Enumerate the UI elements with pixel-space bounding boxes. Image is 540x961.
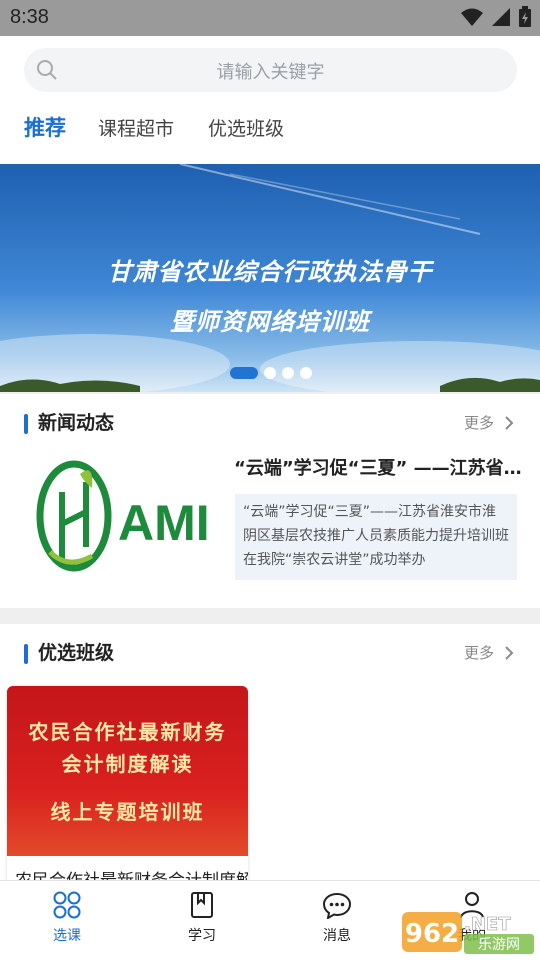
category-tabs: 推荐 课程超市 优选班级 (0, 108, 540, 148)
classes-more-link[interactable]: 更多 (464, 642, 514, 663)
nav-label: 选课 (53, 928, 81, 944)
chat-icon (322, 892, 352, 920)
status-bar: 8:38 (0, 0, 540, 36)
battery-icon (519, 6, 531, 27)
nav-item-messages[interactable]: 消息 (297, 891, 377, 945)
tab-recommend[interactable]: 推荐 (24, 112, 66, 142)
news-more-link[interactable]: 更多 (464, 412, 514, 433)
book-icon (191, 892, 213, 918)
carousel-indicator (230, 367, 312, 379)
grid-icon (53, 891, 81, 919)
carousel-dot[interactable] (300, 367, 312, 379)
status-icons (460, 6, 532, 28)
nav-label: 学习 (188, 928, 216, 944)
news-section: 新闻动态 更多 AMI “云端”学习促“三夏” ——江苏省淮安市淮阴区基层农技推… (0, 394, 540, 608)
site-watermark: 962 .NET 乐游网 (402, 912, 534, 954)
class-card[interactable]: 农民合作社最新财务 会计制度解读 线上专题培训班 农民合作社最新财务会计制度解读… (7, 686, 248, 886)
section-marker (24, 414, 28, 434)
nav-item-select-course[interactable]: 选课 (27, 891, 107, 945)
classes-more-label: 更多 (463, 644, 494, 662)
chevron-right-icon (505, 645, 514, 660)
carousel-dot[interactable] (282, 367, 294, 379)
logo-text: AMI (118, 495, 210, 551)
classes-section-header: 优选班级 更多 (0, 638, 540, 668)
banner-title-line2: 暨师资网络培训班 (170, 307, 370, 336)
news-thumbnail[interactable]: AMI (22, 452, 222, 582)
search-input[interactable]: 请输入关键字 (24, 48, 517, 92)
classes-section-title: 优选班级 (38, 642, 115, 664)
poster-line3: 线上专题培训班 (50, 800, 205, 824)
classes-section: 优选班级 更多 农民合作社最新财务 会计制度解读 线上专题培训班 农民合作社最新… (0, 624, 540, 886)
poster-line2: 会计制度解读 (61, 752, 194, 776)
tab-selected-classes[interactable]: 优选班级 (208, 114, 284, 141)
news-headline[interactable]: “云端”学习促“三夏” ——江苏省淮安市淮阴区基层农技推广人员素质能力提升培训班… (234, 454, 524, 480)
banner-title-line1: 甘肃省农业综合行政执法骨干 (107, 257, 433, 286)
carousel-dot[interactable] (230, 367, 258, 379)
carousel-dot[interactable] (264, 367, 276, 379)
news-section-title: 新闻动态 (38, 412, 115, 434)
watermark-caption: 乐游网 (478, 937, 520, 953)
ami-logo-icon: AMI (36, 460, 210, 572)
signal-icon (492, 8, 510, 26)
watermark-domain: .NET (464, 914, 511, 935)
tab-course-market[interactable]: 课程超市 (98, 114, 174, 141)
watermark-number: 962 (405, 919, 459, 949)
banner-carousel[interactable]: 甘肃省农业综合行政执法骨干 暨师资网络培训班 (0, 164, 540, 392)
news-more-label: 更多 (463, 414, 494, 432)
poster-line1: 农民合作社最新财务 (28, 720, 227, 744)
section-marker (24, 644, 28, 664)
nav-item-study[interactable]: 学习 (162, 891, 242, 945)
top-header: 请输入关键字 推荐 课程超市 优选班级 (0, 36, 540, 164)
news-section-header: 新闻动态 更多 (0, 408, 540, 438)
status-time: 8:38 (10, 6, 49, 28)
chevron-right-icon (505, 415, 514, 430)
class-poster: 农民合作社最新财务 会计制度解读 线上专题培训班 (7, 686, 248, 856)
search-placeholder: 请输入关键字 (216, 62, 325, 83)
wifi-icon (461, 8, 483, 26)
news-summary[interactable]: “云端”学习促“三夏”——江苏省淮安市淮阴区基层农技推广人员素质能力提升培训班在… (235, 494, 517, 580)
nav-label: 消息 (323, 928, 351, 944)
